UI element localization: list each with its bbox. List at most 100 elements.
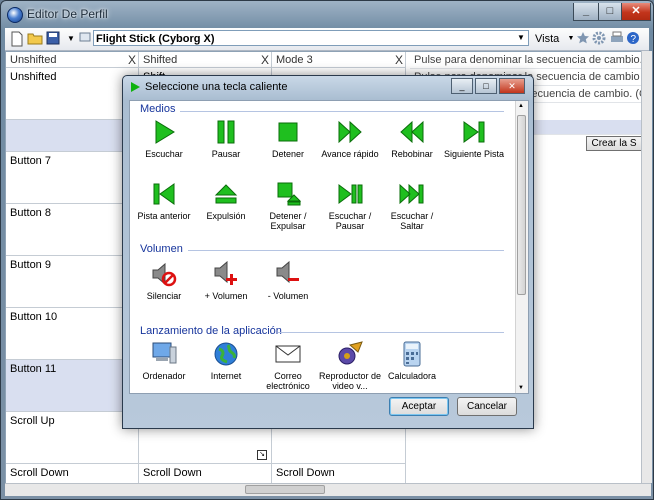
calculator-icon: [403, 341, 421, 367]
remove-column-icon[interactable]: X: [395, 52, 403, 68]
scroll-down-icon[interactable]: ▼: [518, 385, 524, 391]
hotkey-video-player[interactable]: Reproductor de video v...: [316, 341, 384, 391]
column-header-mode3[interactable]: Mode 3 X: [272, 52, 406, 68]
save-disk-icon[interactable]: [45, 31, 61, 47]
rewind-icon: [400, 120, 424, 144]
print-icon[interactable]: [609, 31, 625, 47]
scroll-thumb[interactable]: [517, 115, 526, 295]
hotkey-volume-up[interactable]: + Volumen: [192, 261, 260, 301]
fast-forward-icon: [338, 120, 362, 144]
hotkey-label: Silenciar: [146, 291, 182, 301]
table-row[interactable]: Button 9: [6, 256, 139, 308]
hotkey-fast-forward[interactable]: Avance rápido: [316, 119, 384, 159]
row-label: Scroll Up: [10, 415, 55, 427]
cancel-button[interactable]: Cancelar: [457, 397, 517, 416]
section-title-launch: Lanzamiento de la aplicación: [140, 325, 282, 337]
hotkey-email[interactable]: Correo electrónico: [254, 341, 322, 391]
gear-icon[interactable]: [591, 31, 607, 47]
row-label: Button 10: [10, 311, 58, 323]
toolbar: ▼ Flight Stick (Cyborg X) ▼ Vista ▼ ?: [5, 28, 649, 51]
accept-button[interactable]: Aceptar: [389, 397, 449, 416]
hotkey-label: Correo electrónico: [266, 371, 310, 391]
expand-icon[interactable]: ↘: [257, 450, 267, 460]
dialog-close-button[interactable]: ✕: [499, 78, 525, 94]
mute-icon: [152, 262, 177, 287]
table-row[interactable]: Button 10: [6, 308, 139, 360]
table-row[interactable]: Button 7: [6, 152, 139, 204]
pause-icon: [217, 120, 235, 144]
internet-globe-icon: [214, 342, 238, 366]
hotkey-label: Internet: [210, 371, 242, 381]
scroll-up-icon[interactable]: ▲: [518, 103, 524, 109]
dialog-maximize-button[interactable]: □: [475, 78, 497, 94]
hotkey-label: Escuchar / Pausar: [328, 211, 372, 231]
hotkey-rewind[interactable]: Rebobinar: [378, 119, 446, 159]
help-icon[interactable]: ?: [625, 31, 641, 47]
scroll-thumb[interactable]: [245, 485, 325, 494]
hotkey-internet[interactable]: Internet: [192, 341, 260, 381]
close-button[interactable]: ✕: [621, 3, 651, 21]
vertical-scrollbar[interactable]: [641, 51, 652, 483]
hotkey-stop-eject[interactable]: Detener / Expulsar: [254, 181, 322, 231]
hotkey-label: Escuchar / Saltar: [390, 211, 434, 231]
profile-select-value: Flight Stick (Cyborg X): [96, 33, 215, 45]
table-cell[interactable]: Scroll Down: [272, 464, 406, 484]
hotkey-label: Ordenador: [142, 371, 186, 381]
hotkey-list: Medios Escuchar Pausar Detener Avance rá…: [129, 100, 529, 394]
maximize-button[interactable]: □: [598, 3, 622, 21]
hotkey-pause[interactable]: Pausar: [192, 119, 260, 159]
dialog-scrollbar[interactable]: ▲ ▼: [515, 101, 528, 393]
volume-up-icon: [214, 261, 237, 285]
table-row[interactable]: Scroll Down: [6, 464, 139, 484]
section-divider: [188, 250, 504, 251]
hotkey-label: Detener / Expulsar: [269, 211, 307, 231]
hotkey-play-skip[interactable]: Escuchar / Saltar: [378, 181, 446, 231]
header-cell[interactable]: Unshifted: [6, 68, 139, 120]
hotkey-computer[interactable]: Ordenador: [130, 341, 198, 381]
section-divider: [180, 111, 504, 112]
previous-track-icon: [153, 183, 175, 205]
hotkey-label: Reproductor de video v...: [318, 371, 382, 391]
star-icon[interactable]: [575, 31, 591, 47]
hotkey-play-pause[interactable]: Escuchar / Pausar: [316, 181, 384, 231]
window-title: Editor De Perfil: [27, 7, 108, 21]
column-header-unshifted[interactable]: Unshifted X: [6, 52, 139, 68]
play-pause-icon: [338, 184, 363, 204]
hotkey-eject[interactable]: Expulsión: [192, 181, 260, 221]
row-label: Button 11: [10, 363, 57, 375]
column-header-shifted[interactable]: Shifted X: [139, 52, 272, 68]
hotkey-next-track[interactable]: Siguiente Pista: [440, 119, 508, 159]
hotkey-mute[interactable]: Silenciar: [130, 261, 198, 301]
open-folder-icon[interactable]: [27, 31, 43, 47]
hotkey-label: Avance rápido: [321, 149, 379, 159]
horizontal-scrollbar[interactable]: [5, 483, 651, 496]
hotkey-previous-track[interactable]: Pista anterior: [130, 181, 198, 221]
section-title-media: Medios: [140, 103, 176, 115]
hotkey-play[interactable]: Escuchar: [130, 119, 198, 159]
create-shift-button[interactable]: Crear la S: [586, 136, 642, 151]
table-row[interactable]: Button 8: [6, 204, 139, 256]
next-track-icon: [463, 121, 485, 143]
dialog-minimize-button[interactable]: _: [451, 78, 473, 94]
app-globe-icon: [7, 7, 23, 23]
row-label: Scroll Down: [10, 467, 69, 479]
hotkey-label: - Volumen: [267, 291, 309, 301]
view-menu[interactable]: Vista: [535, 33, 559, 45]
hotkey-label: Rebobinar: [391, 149, 433, 159]
hotkey-label: Calculadora: [387, 371, 437, 381]
title-bar[interactable]: Editor De Perfil _ □ ✕: [1, 1, 653, 27]
table-row[interactable]: Scroll Up: [6, 412, 139, 464]
remove-column-icon[interactable]: X: [128, 52, 136, 68]
remove-column-icon[interactable]: X: [261, 52, 269, 68]
profile-select[interactable]: Flight Stick (Cyborg X) ▼: [93, 30, 529, 46]
new-file-icon[interactable]: [9, 31, 25, 47]
minimize-button[interactable]: _: [573, 3, 599, 21]
hotkey-label: Expulsión: [206, 211, 246, 221]
play-skip-icon: [399, 183, 424, 205]
volume-down-icon: [276, 261, 299, 284]
row-label: Button 8: [10, 207, 51, 219]
hotkey-volume-down[interactable]: - Volumen: [254, 261, 322, 301]
hotkey-stop[interactable]: Detener: [254, 119, 322, 159]
table-cell[interactable]: Scroll Down: [139, 464, 272, 484]
hotkey-calculator[interactable]: Calculadora: [378, 341, 446, 381]
